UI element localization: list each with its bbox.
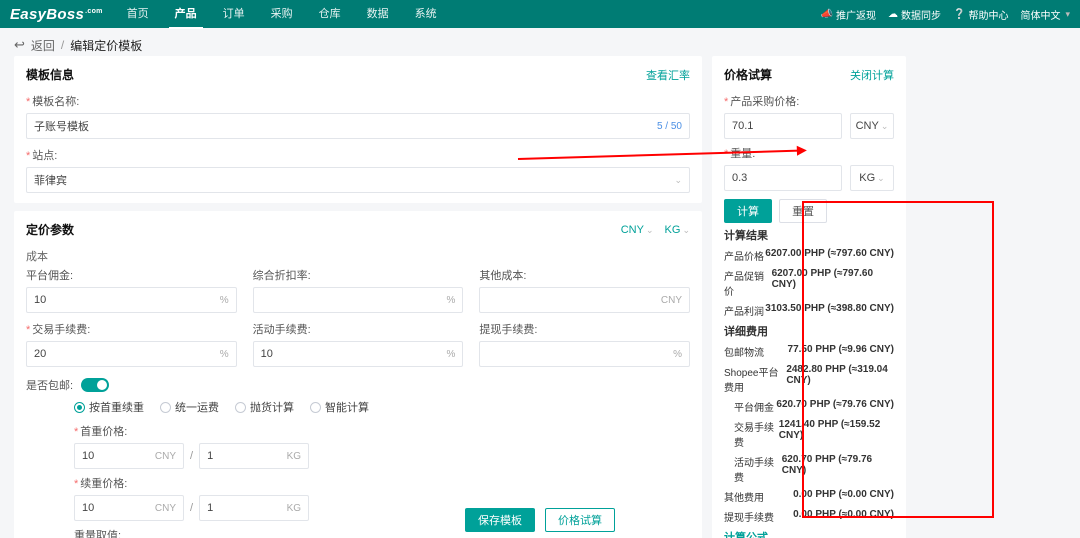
brand-logo: EasyBoss.com — [10, 6, 103, 23]
weight-unit-selector[interactable]: KG⌄ — [665, 224, 690, 236]
nav-item-order[interactable]: 订单 — [217, 0, 251, 29]
nav-right: 📣推广返现 ☁数据同步 ❔帮助中心 简体中文▾ — [821, 7, 1070, 22]
nav-item-home[interactable]: 首页 — [121, 0, 155, 29]
include-shipping-label: 是否包邮: — [26, 377, 73, 393]
ship-mode-volumetric[interactable]: 抛货计算 — [235, 399, 294, 415]
txn-fee-label: 交易手续费: — [26, 321, 237, 337]
price-test-card: 价格试算 关闭计算 产品采购价格: 70.1 CNY⌄ 重量: 0.3 KG⌄ … — [712, 56, 906, 538]
discount-rate-label: 综合折扣率: — [253, 267, 464, 283]
chevron-down-icon: ▾ — [1065, 9, 1070, 20]
footer-bar: 保存模板 价格试算 — [0, 508, 1080, 532]
discount-rate-input[interactable]: % — [253, 287, 464, 313]
detail-line: 平台佣金620.70 PHP (≈79.76 CNY) — [724, 399, 894, 414]
breadcrumb: ↩ 返回 / 编辑定价模板 — [14, 34, 1066, 56]
nav-item-purchase[interactable]: 采购 — [265, 0, 299, 29]
detail-fee-title: 详细费用 — [724, 323, 894, 339]
withdraw-fee-input[interactable]: % — [479, 341, 690, 367]
close-calc-link[interactable]: 关闭计算 — [850, 67, 894, 83]
result-line: 产品利润3103.50 PHP (≈398.80 CNY) — [724, 303, 894, 318]
calc-result-title: 计算结果 — [724, 227, 894, 243]
first-weight-price-input[interactable]: 10CNY — [74, 443, 184, 469]
result-line: 产品价格6207.00 PHP (≈797.60 CNY) — [724, 248, 894, 263]
shipping-mode-radios: 按首重续重 统一运费 抛货计算 智能计算 — [74, 399, 690, 415]
purchase-unit-select[interactable]: CNY⌄ — [850, 113, 894, 139]
other-cost-input[interactable]: CNY — [479, 287, 690, 313]
reset-button[interactable]: 重置 — [779, 199, 827, 223]
purchase-price-input[interactable]: 70.1 — [724, 113, 842, 139]
other-cost-label: 其他成本: — [479, 267, 690, 283]
activity-fee-input[interactable]: 10% — [253, 341, 464, 367]
template-name-input[interactable]: 子账号模板 5 / 50 — [26, 113, 690, 139]
ship-mode-smart[interactable]: 智能计算 — [310, 399, 369, 415]
platform-fee-label: 平台佣金: — [26, 267, 237, 283]
template-info-title: 模板信息 — [26, 66, 74, 83]
weight-input[interactable]: 0.3 — [724, 165, 842, 191]
platform-fee-input[interactable]: 10% — [26, 287, 237, 313]
weight-unit-select[interactable]: KG⌄ — [850, 165, 894, 191]
detail-lines: 包邮物流77.50 PHP (≈9.96 CNY) Shopee平台费用2482.… — [724, 344, 894, 524]
cont-weight-label: 续重价格: — [74, 475, 690, 491]
site-label: 站点: — [26, 147, 690, 163]
price-test-title: 价格试算 — [724, 66, 772, 83]
currency-selector[interactable]: CNY⌄ — [621, 224, 654, 236]
save-template-button[interactable]: 保存模板 — [465, 508, 535, 532]
top-navbar: EasyBoss.com 首页 产品 订单 采购 仓库 数据 系统 📣推广返现 … — [0, 0, 1080, 28]
unit-switch: CNY⌄ KG⌄ — [621, 224, 690, 236]
pricing-params-card: 定价参数 CNY⌄ KG⌄ 成本 平台佣金: 10% 综合折扣率: % — [14, 211, 702, 538]
first-weight-kg-input[interactable]: 1KG — [199, 443, 309, 469]
ship-mode-flat[interactable]: 统一运费 — [160, 399, 219, 415]
price-test-button[interactable]: 价格试算 — [545, 508, 615, 532]
help-link[interactable]: ❔帮助中心 — [953, 7, 1008, 22]
nav-item-warehouse[interactable]: 仓库 — [313, 0, 347, 29]
detail-line: 活动手续费620.70 PHP (≈79.76 CNY) — [724, 454, 894, 484]
nav-menu: 首页 产品 订单 采购 仓库 数据 系统 — [121, 0, 443, 29]
pricing-params-title: 定价参数 — [26, 221, 74, 238]
result-lines: 产品价格6207.00 PHP (≈797.60 CNY) 产品促销价6207.0… — [724, 248, 894, 318]
weight-label: 重量: — [724, 145, 894, 161]
detail-line: 其他费用0.00 PHP (≈0.00 CNY) — [724, 489, 894, 504]
ship-mode-first-cont[interactable]: 按首重续重 — [74, 399, 144, 415]
withdraw-fee-label: 提现手续费: — [479, 321, 690, 337]
detail-line: 包邮物流77.50 PHP (≈9.96 CNY) — [724, 344, 894, 359]
cloud-icon: ☁ — [888, 9, 898, 20]
result-line: 产品促销价6207.00 PHP (≈797.60 CNY) — [724, 268, 894, 298]
lang-selector[interactable]: 简体中文▾ — [1020, 7, 1070, 22]
first-weight-label: 首重价格: — [74, 423, 690, 439]
chevron-down-icon: ⌄ — [674, 175, 682, 186]
view-rate-link[interactable]: 查看汇率 — [646, 67, 690, 83]
back-link[interactable]: 返回 — [31, 37, 55, 54]
detail-line: 交易手续费1241.40 PHP (≈159.52 CNY) — [724, 419, 894, 449]
template-name-label: 模板名称: — [26, 93, 690, 109]
nav-item-system[interactable]: 系统 — [409, 0, 443, 29]
promo-link[interactable]: 📣推广返现 — [821, 7, 876, 22]
help-icon: ❔ — [953, 9, 965, 20]
site-select[interactable]: 菲律宾 ⌄ — [26, 167, 690, 193]
megaphone-icon: 📣 — [821, 9, 833, 20]
nav-item-product[interactable]: 产品 — [169, 0, 203, 29]
include-shipping-toggle[interactable] — [81, 378, 109, 392]
cost-section-label: 成本 — [26, 248, 690, 264]
calc-button[interactable]: 计算 — [724, 199, 772, 223]
txn-fee-input[interactable]: 20% — [26, 341, 237, 367]
sync-link[interactable]: ☁数据同步 — [888, 7, 941, 22]
nav-item-data[interactable]: 数据 — [361, 0, 395, 29]
purchase-price-label: 产品采购价格: — [724, 93, 894, 109]
page-title: 编辑定价模板 — [70, 37, 142, 54]
back-icon[interactable]: ↩ — [14, 37, 25, 53]
activity-fee-label: 活动手续费: — [253, 321, 464, 337]
template-info-card: 模板信息 查看汇率 模板名称: 子账号模板 5 / 50 站点: 菲律宾 ⌄ — [14, 56, 702, 203]
detail-line: Shopee平台费用2482.80 PHP (≈319.04 CNY) — [724, 364, 894, 394]
